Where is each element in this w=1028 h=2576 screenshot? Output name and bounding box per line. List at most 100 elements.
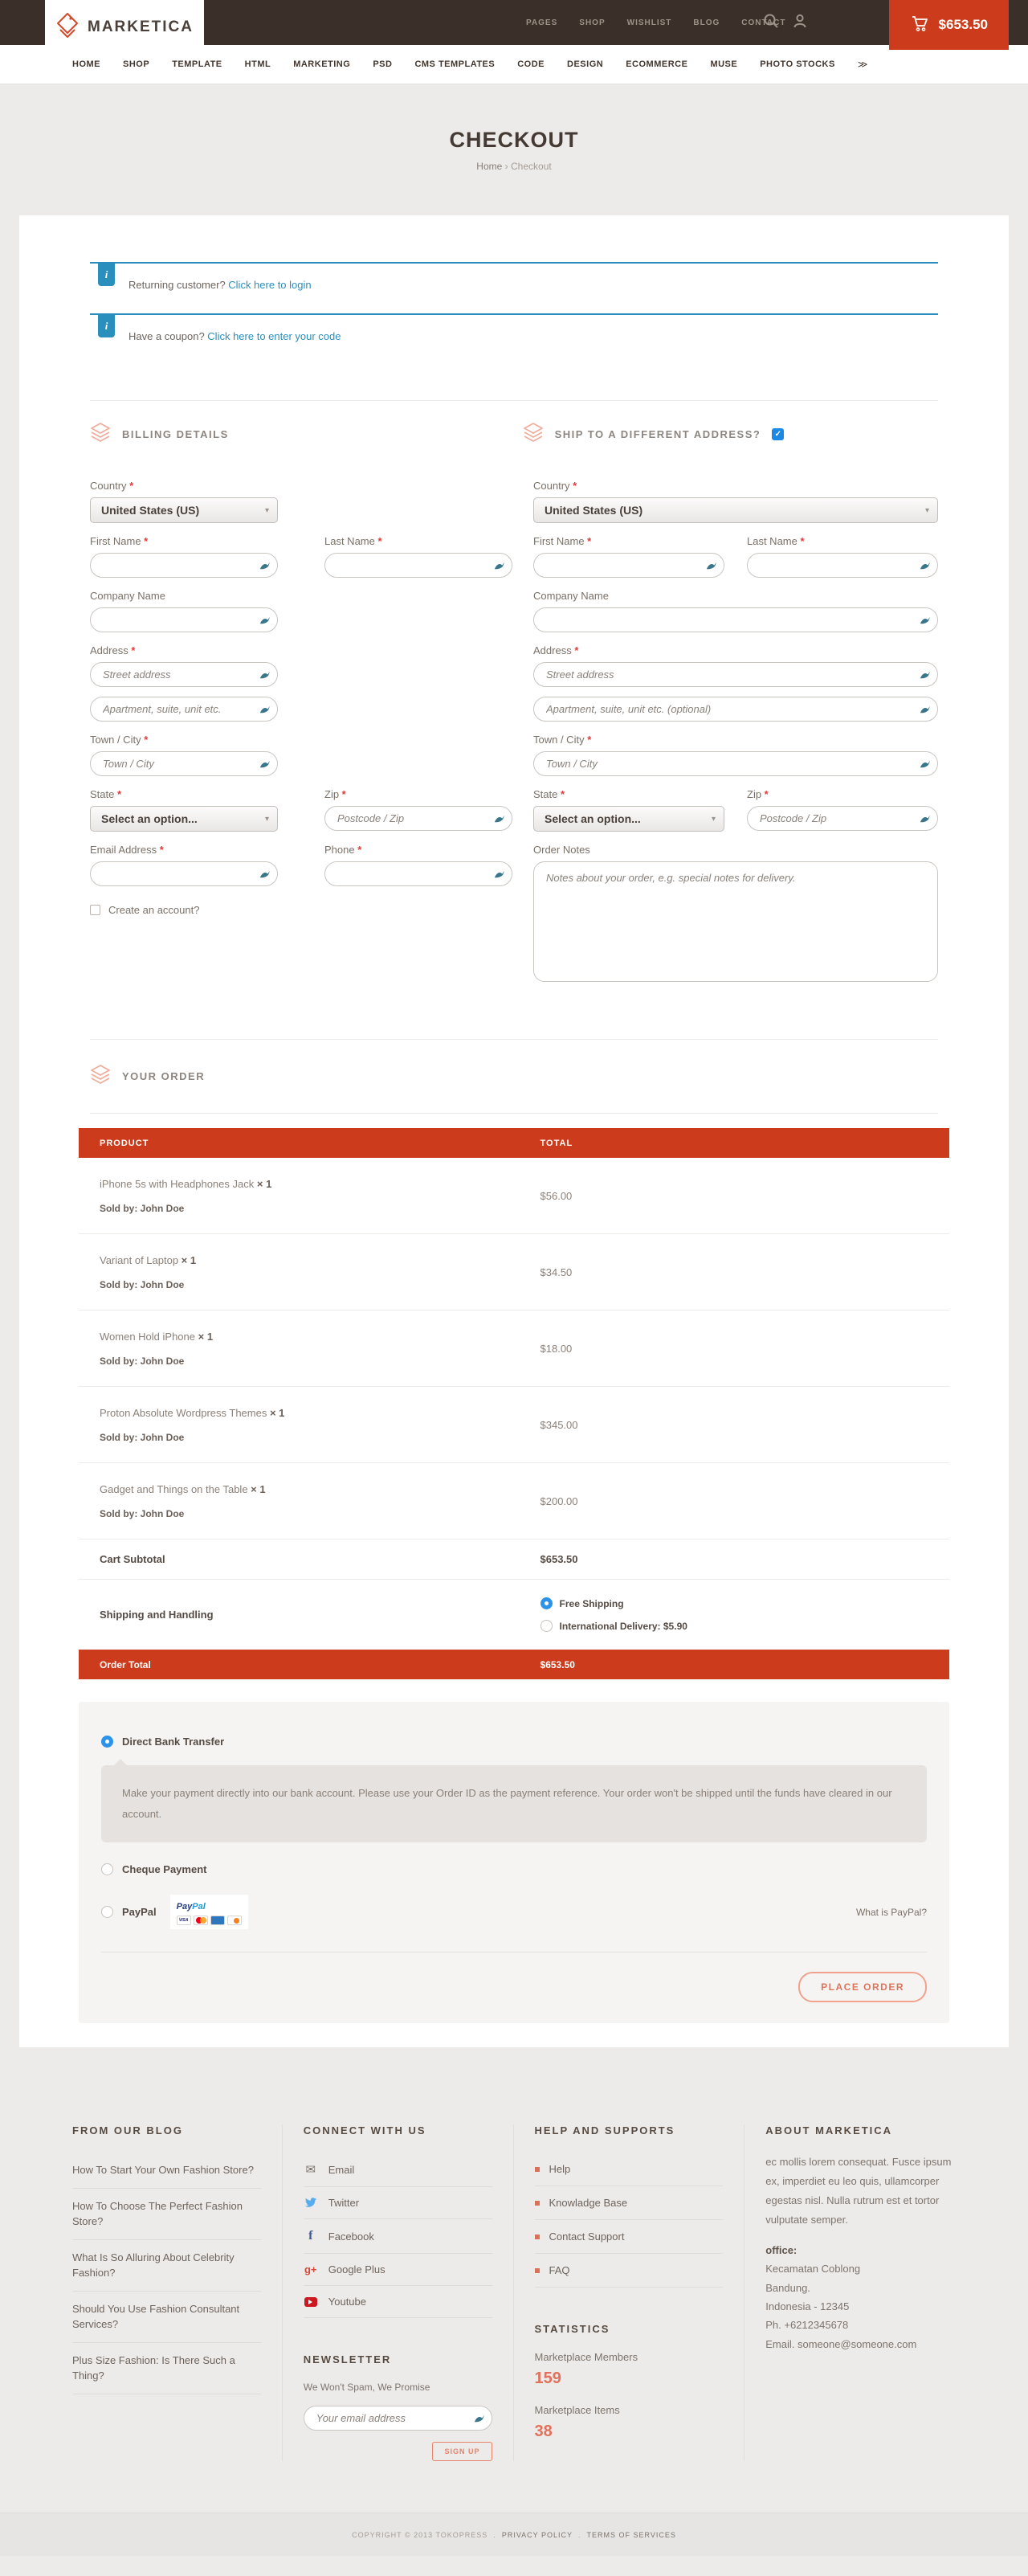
nav-template[interactable]: TEMPLATE <box>172 59 222 69</box>
footer-help-heading: HELP AND SUPPORTS <box>535 2124 724 2136</box>
billing-heading: BILLING DETAILS <box>90 422 505 447</box>
create-account-checkbox[interactable]: Create an account? <box>90 904 512 916</box>
billing-last-name-label: Last Name <box>324 535 512 547</box>
billing-zip-label: Zip <box>324 788 512 800</box>
nav-photo-stocks[interactable]: PHOTO STOCKS <box>760 59 835 69</box>
billing-last-name-input[interactable] <box>324 553 512 578</box>
layers-icon <box>90 422 111 447</box>
blog-link[interactable]: How To Start Your Own Fashion Store? <box>72 2153 261 2189</box>
social-link-twitter[interactable]: Twitter <box>304 2187 492 2219</box>
nav-html[interactable]: HTML <box>245 59 271 69</box>
autofill-gazelle-icon <box>259 559 271 575</box>
autofill-gazelle-icon <box>919 669 931 685</box>
social-link-email[interactable]: Email <box>304 2153 492 2187</box>
your-order-heading: YOUR ORDER <box>79 1040 949 1113</box>
autofill-gazelle-icon <box>919 614 931 630</box>
billing-address1-input[interactable] <box>90 662 278 687</box>
what-is-paypal-link[interactable]: What is PayPal? <box>856 1907 927 1918</box>
nav-muse[interactable]: MUSE <box>710 59 737 69</box>
blog-link[interactable]: Plus Size Fashion: Is There Such a Thing… <box>72 2343 261 2394</box>
shipping-state-select[interactable]: Select an option... ▾ <box>533 806 724 832</box>
billing-country-select[interactable]: United States (US) ▾ <box>90 497 278 523</box>
checkout-card: Returning customer? Click here to login … <box>19 215 1009 2047</box>
social-link-youtube[interactable]: Youtube <box>304 2286 492 2318</box>
shipping-zip-input[interactable] <box>747 806 938 831</box>
shipping-address2-input[interactable] <box>533 697 938 722</box>
blog-link[interactable]: How To Choose The Perfect Fashion Store? <box>72 2189 261 2240</box>
shipping-address1-input[interactable] <box>533 662 938 687</box>
office-line: Email. someone@someone.com <box>765 2335 954 2353</box>
footer-blog-column: FROM OUR BLOG How To Start Your Own Fash… <box>72 2124 282 2461</box>
nav-design[interactable]: DESIGN <box>567 59 603 69</box>
search-icon[interactable] <box>763 13 779 33</box>
billing-town-input[interactable] <box>90 751 278 776</box>
ship-to-different-checkbox[interactable] <box>772 428 784 440</box>
place-order-button[interactable]: PLACE ORDER <box>798 1972 927 2002</box>
social-link-facebook[interactable]: Facebook <box>304 2219 492 2254</box>
billing-email-input[interactable] <box>90 861 278 886</box>
paypal-radio[interactable]: PayPal PayPal VISA What is PayPal? <box>101 1885 927 1939</box>
billing-first-name-input[interactable] <box>90 553 278 578</box>
product-name: Gadget and Things on the Table <box>100 1483 251 1495</box>
billing-address2-input[interactable] <box>90 697 278 722</box>
nav-code[interactable]: CODE <box>517 59 545 69</box>
shipping-zip-label: Zip <box>747 788 938 800</box>
privacy-policy-link[interactable]: PRIVACY POLICY <box>502 2531 573 2539</box>
copyright-text: COPYRIGHT © 2013 TOKOPRESS <box>352 2531 487 2539</box>
bullet-icon <box>535 2268 540 2273</box>
blog-link[interactable]: Should You Use Fashion Consultant Servic… <box>72 2292 261 2343</box>
nav-shop[interactable]: SHOP <box>123 59 149 69</box>
billing-phone-input[interactable] <box>324 861 512 886</box>
brand-logo[interactable]: MARKETICA <box>45 0 204 55</box>
shipping-country-select[interactable]: United States (US) ▾ <box>533 497 938 523</box>
product-name: Proton Absolute Wordpress Themes <box>100 1407 270 1419</box>
login-link[interactable]: Click here to login <box>228 279 311 291</box>
help-link[interactable]: FAQ <box>535 2254 724 2288</box>
order-notes-textarea[interactable] <box>533 861 938 982</box>
nav-psd[interactable]: PSD <box>373 59 392 69</box>
nav-marketing[interactable]: MARKETING <box>293 59 350 69</box>
billing-phone-label: Phone <box>324 844 512 856</box>
signup-button[interactable]: SIGN UP <box>432 2442 492 2461</box>
cart-button[interactable]: $653.50 <box>889 0 1009 50</box>
help-link[interactable]: Contact Support <box>535 2220 724 2254</box>
product-total: $345.00 <box>541 1419 578 1431</box>
nav-more-chevron-icon[interactable]: ≫ <box>858 59 868 70</box>
top-link-blog[interactable]: BLOG <box>693 18 720 27</box>
footer-connect-column: CONNECT WITH US Email Twitter Facebook G… <box>282 2124 513 2461</box>
free-shipping-radio[interactable]: Free Shipping <box>541 1597 687 1609</box>
coupon-link[interactable]: Click here to enter your code <box>207 330 341 342</box>
help-link[interactable]: Help <box>535 2153 724 2186</box>
product-vendor: Sold by: John Doe <box>100 1279 541 1290</box>
social-link-googleplus[interactable]: Google Plus <box>304 2254 492 2286</box>
nav-home[interactable]: HOME <box>72 59 100 69</box>
shipping-first-name-input[interactable] <box>533 553 724 578</box>
coupon-notice-text: Have a coupon? <box>128 330 207 342</box>
subtotal-value: $653.50 <box>541 1553 578 1565</box>
terms-link[interactable]: TERMS OF SERVICES <box>587 2531 676 2539</box>
account-icon[interactable] <box>792 13 808 33</box>
nav-cms-templates[interactable]: CMS TEMPLATES <box>414 59 495 69</box>
mastercard-logo <box>194 1916 208 1925</box>
breadcrumb-home[interactable]: Home <box>476 161 502 172</box>
top-link-wishlist[interactable]: WISHLIST <box>627 18 672 27</box>
shipping-last-name-input[interactable] <box>747 553 938 578</box>
billing-zip-input[interactable] <box>324 806 512 831</box>
billing-state-select[interactable]: Select an option... ▾ <box>90 806 278 832</box>
newsletter-email-input[interactable] <box>304 2406 492 2431</box>
billing-company-input[interactable] <box>90 607 278 632</box>
nav-ecommerce[interactable]: ECOMMERCE <box>626 59 687 69</box>
help-link[interactable]: Knowladge Base <box>535 2186 724 2220</box>
bullet-icon <box>535 2201 540 2206</box>
top-link-pages[interactable]: PAGES <box>526 18 557 27</box>
top-link-shop[interactable]: SHOP <box>579 18 605 27</box>
blog-link[interactable]: What Is So Alluring About Celebrity Fash… <box>72 2240 261 2292</box>
order-total-bar: Order Total $653.50 <box>79 1650 949 1679</box>
bank-transfer-radio[interactable]: Direct Bank Transfer <box>101 1726 927 1757</box>
chevron-down-icon: ▾ <box>925 506 929 515</box>
shipping-company-input[interactable] <box>533 607 938 632</box>
cart-icon <box>910 14 929 37</box>
international-delivery-radio[interactable]: International Delivery: $5.90 <box>541 1620 687 1632</box>
shipping-town-input[interactable] <box>533 751 938 776</box>
cheque-payment-radio[interactable]: Cheque Payment <box>101 1854 927 1885</box>
